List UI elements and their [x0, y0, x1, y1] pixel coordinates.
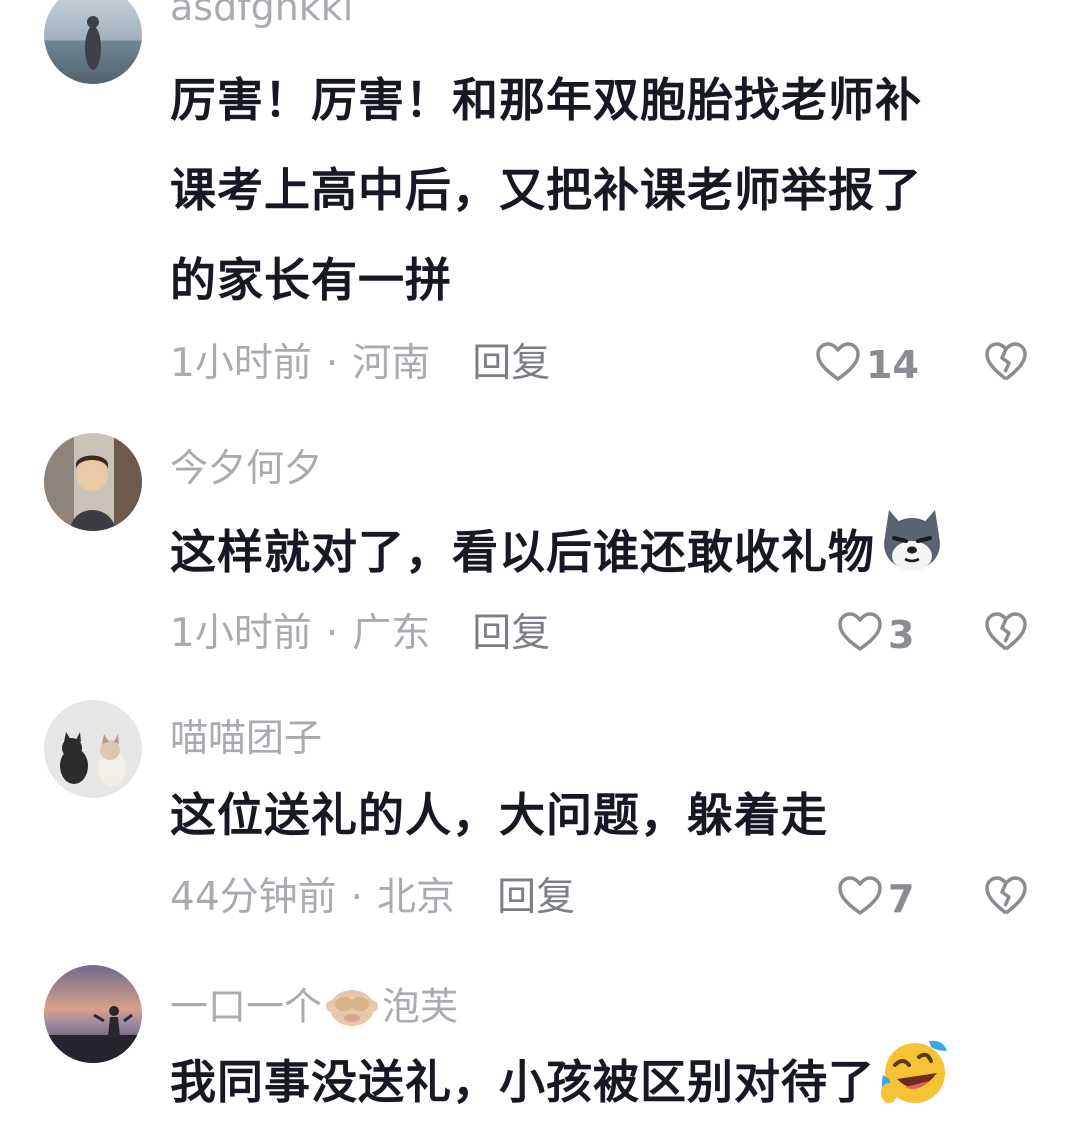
broken-heart-icon [985, 876, 1027, 920]
separator-dot: · [350, 875, 364, 920]
comment-text: 我同事没送礼，小孩被区别对待了 [170, 1035, 1020, 1136]
heart-icon [838, 612, 888, 658]
comment-text-line: 这样就对了，看以后谁还敢收礼物 [170, 525, 875, 579]
username-part: 泡芙 [382, 984, 459, 1029]
comment-meta: 1小时前 · 广东 回复 [170, 614, 550, 653]
comment-time: 1小时前 [170, 611, 312, 656]
like-button[interactable]: 7 [838, 876, 914, 922]
separator-dot: · [325, 611, 339, 656]
comment-item: 一口一个 泡芙 我同事没送礼，小孩被区别对待了 [0, 965, 1080, 1141]
reply-button[interactable]: 回复 [472, 341, 550, 386]
like-count: 14 [866, 343, 919, 387]
comment-text-line: 我同事没送礼，小孩被区别对待了 [170, 1055, 875, 1109]
avatar[interactable] [44, 0, 142, 84]
rolling-on-floor-laughing-icon [877, 1035, 949, 1136]
comment-text-line: 这位送礼的人，大问题，躲着走 [170, 788, 828, 842]
avatar[interactable] [44, 965, 142, 1063]
like-button[interactable]: 14 [816, 342, 919, 388]
comment-item: 今夕何夕 这样就对了，看以后谁还敢收礼物 1小时前 · 广东 回复 3 [0, 430, 1080, 670]
comment-text: 厉害！厉害！和那年双胞胎找老师补 课考上高中后，又把补课老师举报了 的家长有一拼 [170, 55, 1020, 325]
username-part: 一口一个 [170, 984, 323, 1029]
comment-username[interactable]: asdfghkkl [170, 0, 353, 26]
comment-text-line: 厉害！厉害！和那年双胞胎找老师补 [170, 73, 922, 127]
broken-heart-icon [985, 342, 1027, 386]
comment-location: 河南 [352, 341, 431, 386]
comment-text: 这位送礼的人，大问题，躲着走 [170, 770, 1020, 860]
comment-text: 这样就对了，看以后谁还敢收礼物 [170, 506, 1020, 605]
dislike-button[interactable] [985, 876, 1027, 920]
comment-meta: 1小时前 · 河南 回复 [170, 344, 550, 383]
like-count: 3 [888, 613, 915, 657]
see-no-evil-monkey-icon [324, 984, 380, 1034]
separator-dot: · [325, 341, 339, 386]
comment-meta: 44分钟前 · 北京 回复 [170, 878, 575, 917]
heart-icon [838, 876, 888, 922]
comment-item: asdfghkkl 厉害！厉害！和那年双胞胎找老师补 课考上高中后，又把补课老师… [0, 0, 1080, 400]
heart-icon [816, 342, 866, 388]
comment-time: 1小时前 [170, 341, 312, 386]
comment-location: 广东 [352, 611, 431, 656]
comment-location: 北京 [377, 875, 456, 920]
broken-heart-icon [985, 612, 1027, 656]
comment-text-line: 课考上高中后，又把补课老师举报了 [170, 163, 922, 217]
dislike-button[interactable] [985, 612, 1027, 656]
dislike-button[interactable] [985, 342, 1027, 386]
smug-dog-emoji-icon [877, 506, 947, 605]
avatar[interactable] [44, 433, 142, 531]
comment-username[interactable]: 一口一个 泡芙 [170, 984, 458, 1034]
like-button[interactable]: 3 [838, 612, 914, 658]
comment-item: 喵喵团子 这位送礼的人，大问题，躲着走 44分钟前 · 北京 回复 7 [0, 700, 1080, 940]
comment-username[interactable]: 今夕何夕 [170, 449, 322, 487]
comment-username[interactable]: 喵喵团子 [170, 719, 322, 757]
reply-button[interactable]: 回复 [472, 611, 550, 656]
comment-time: 44分钟前 [170, 875, 337, 920]
like-count: 7 [888, 877, 915, 921]
comment-text-line: 的家长有一拼 [170, 253, 452, 307]
reply-button[interactable]: 回复 [497, 875, 575, 920]
avatar[interactable] [44, 700, 142, 798]
